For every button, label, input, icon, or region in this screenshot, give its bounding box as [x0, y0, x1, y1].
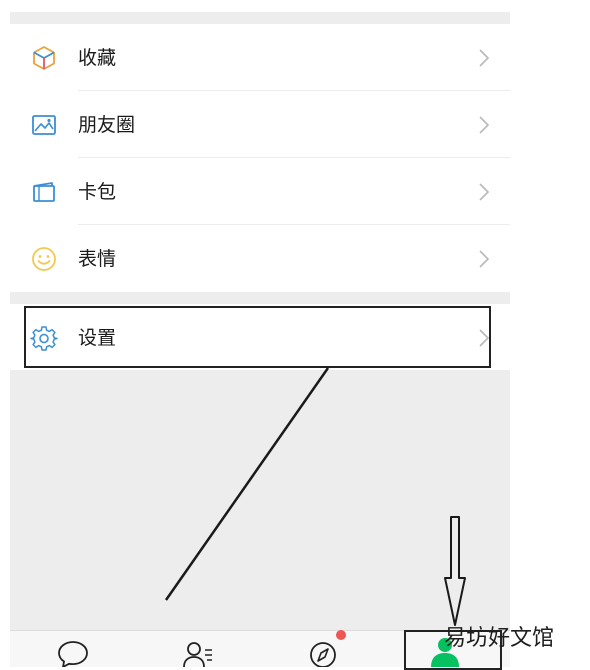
menu-group-settings: 设置	[10, 304, 510, 370]
chevron-right-icon	[479, 116, 490, 134]
moments-photo-icon	[32, 115, 56, 135]
group-separator	[10, 292, 510, 304]
menu-group-primary: 收藏 朋友圈 卡包 表情	[10, 24, 510, 304]
card-wallet-icon	[33, 182, 55, 202]
tab-contacts[interactable]	[135, 631, 260, 667]
watermark-text: 易坊好文馆	[444, 626, 555, 651]
phone-screen: 收藏 朋友圈 卡包 表情 设置	[10, 12, 510, 667]
menu-item-settings[interactable]: 设置	[10, 304, 510, 370]
sticker-smiley-icon	[32, 247, 56, 271]
menu-item-stickers[interactable]: 表情	[10, 225, 510, 292]
chat-bubble-icon	[58, 641, 88, 667]
chevron-right-icon	[479, 250, 490, 268]
notification-badge	[336, 630, 346, 640]
bottom-tab-bar	[10, 630, 510, 667]
chevron-right-icon	[479, 49, 490, 67]
top-gap	[10, 12, 510, 24]
compass-icon	[310, 642, 336, 667]
menu-item-label: 设置	[78, 327, 117, 349]
contacts-icon	[183, 642, 212, 667]
menu-item-favorites[interactable]: 收藏	[10, 24, 510, 91]
menu-item-label: 朋友圈	[78, 114, 136, 136]
tab-discover[interactable]	[260, 630, 385, 667]
favorites-cube-icon	[33, 46, 55, 70]
tab-chats[interactable]	[10, 631, 135, 667]
chevron-right-icon	[479, 329, 490, 347]
chevron-right-icon	[479, 183, 490, 201]
menu-item-label: 表情	[78, 248, 117, 270]
gear-icon	[30, 326, 58, 351]
menu-item-card-wallet[interactable]: 卡包	[10, 158, 510, 225]
menu-item-label: 收藏	[78, 47, 117, 69]
menu-item-label: 卡包	[78, 181, 117, 203]
menu-item-moments[interactable]: 朋友圈	[10, 91, 510, 158]
